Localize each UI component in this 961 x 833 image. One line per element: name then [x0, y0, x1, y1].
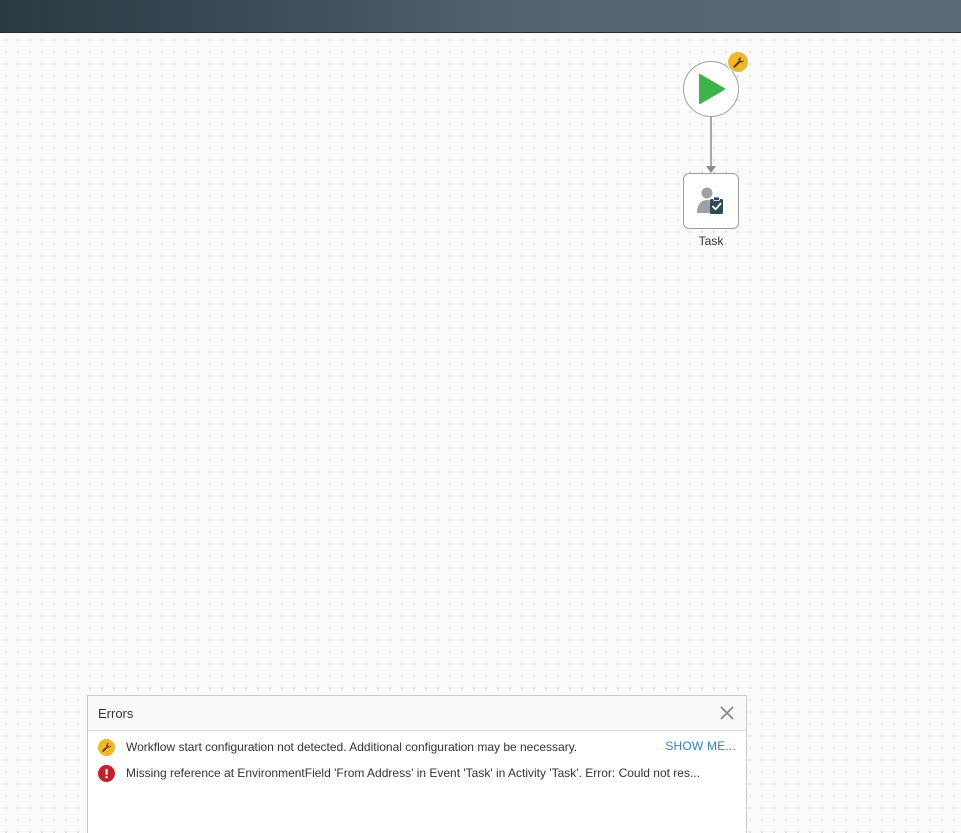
close-errors-button[interactable] [718, 704, 736, 722]
play-icon [699, 74, 725, 104]
wrench-icon [98, 738, 115, 756]
task-node[interactable] [683, 173, 739, 229]
show-me-link[interactable]: SHOW ME... [665, 739, 736, 753]
user-task-icon [697, 187, 723, 214]
start-warning-badge[interactable] [728, 52, 748, 72]
errors-panel: Errors Workflow start configuration not … [87, 695, 747, 833]
task-node-label: Task [698, 234, 724, 248]
errors-panel-title: Errors [98, 705, 134, 721]
connector-arrow[interactable] [701, 117, 721, 175]
top-bar [0, 0, 961, 33]
close-icon [720, 706, 734, 720]
error-message: Missing reference at EnvironmentField 'F… [126, 766, 700, 780]
error-message: Workflow start configuration not detecte… [126, 740, 578, 754]
wrench-icon [732, 56, 744, 68]
error-list-item-error: Missing reference at EnvironmentField 'F… [88, 760, 746, 786]
error-list-item-warning: Workflow start configuration not detecte… [88, 734, 746, 760]
errors-panel-header: Errors [88, 696, 746, 731]
exclamation-icon [98, 764, 115, 782]
